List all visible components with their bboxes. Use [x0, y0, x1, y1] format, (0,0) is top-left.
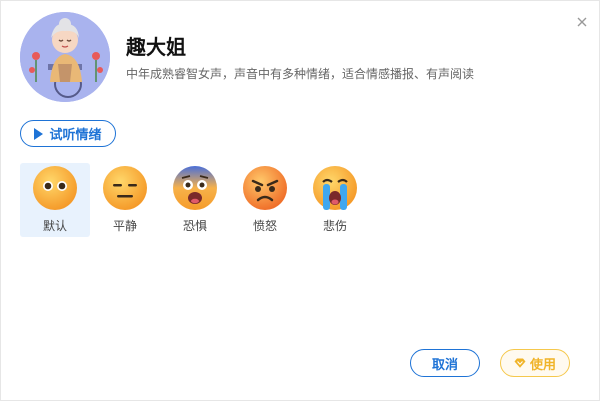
neutral-face-icon [33, 166, 77, 210]
emotion-label: 愤怒 [252, 219, 277, 233]
listen-emotion-label: 试听情绪 [49, 127, 102, 142]
emotion-list: 默认 平静 恐惧 愤怒 悲伤 [20, 163, 370, 237]
emotion-label: 恐惧 [182, 219, 207, 233]
use-label: 使用 [529, 356, 556, 372]
avatar [20, 12, 110, 102]
cancel-button[interactable]: 取消 [410, 349, 480, 377]
crying-face-icon [313, 166, 357, 210]
emotion-sadness[interactable]: 悲伤 [300, 163, 370, 237]
angry-face-icon [243, 166, 287, 210]
emotion-calm[interactable]: 平静 [90, 163, 160, 237]
fearful-face-icon [173, 166, 217, 210]
use-button[interactable]: 使用 [500, 349, 570, 377]
voice-emotion-dialog: 趣大姐 中年成熟睿智女声，声音中有多种情绪，适合情感播报、有声阅读 试听情绪 默… [0, 0, 600, 401]
emotion-default[interactable]: 默认 [20, 163, 90, 237]
emotion-anger[interactable]: 愤怒 [230, 163, 300, 237]
voice-description: 中年成熟睿智女声，声音中有多种情绪，适合情感播报、有声阅读 [126, 67, 475, 81]
emotion-label: 悲伤 [322, 219, 347, 233]
expressionless-face-icon [103, 166, 147, 210]
emotion-label: 默认 [42, 219, 67, 233]
emotion-fear[interactable]: 恐惧 [160, 163, 230, 237]
play-icon [34, 127, 44, 140]
voice-name: 趣大姐 [126, 37, 186, 59]
listen-emotion-button[interactable]: 试听情绪 [20, 120, 116, 147]
close-icon[interactable] [573, 13, 591, 31]
emotion-label: 平静 [112, 219, 137, 233]
diamond-icon [514, 358, 526, 368]
